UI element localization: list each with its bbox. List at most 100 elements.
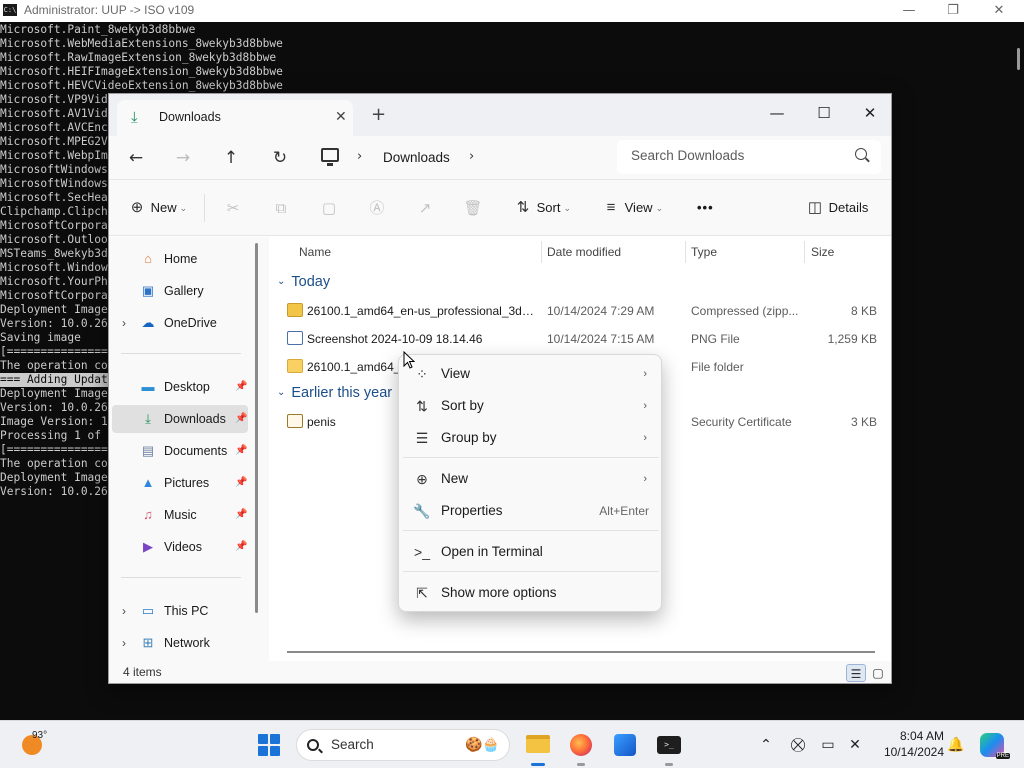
column-header-size[interactable]: Size	[811, 239, 834, 265]
gallery-icon: ▣	[141, 283, 155, 298]
sidebar-item-onedrive[interactable]: › ☁ OneDrive	[112, 309, 248, 337]
menu-item-open-in-terminal[interactable]: >_ Open in Terminal	[403, 537, 659, 567]
group-header[interactable]: ⌄ Today	[277, 271, 330, 293]
console-maximize-button[interactable]: ❐	[930, 1, 976, 21]
sort-button-label: Sort	[536, 200, 561, 215]
cut-icon[interactable]: ✂	[223, 199, 243, 217]
notification-bell-icon[interactable]: 🔔	[946, 735, 966, 755]
this-pc-icon[interactable]	[321, 148, 339, 166]
terminal-icon: >_	[414, 544, 430, 560]
documents-icon: ▤	[141, 443, 155, 458]
taskbar-search[interactable]: Search 🍪🧁	[296, 729, 510, 761]
tab-downloads[interactable]: ⤓ Downloads ✕	[117, 100, 353, 136]
sidebar-item-downloads[interactable]: ⤓ Downloads 📌	[112, 405, 248, 433]
menu-item-show-more-options[interactable]: ⇱ Show more options	[403, 578, 659, 608]
nav-divider	[121, 353, 241, 354]
column-header-date[interactable]: Date modified	[547, 239, 621, 265]
share-icon[interactable]: ↗	[415, 199, 435, 217]
sidebar-item-documents[interactable]: ▤ Documents 📌	[112, 437, 248, 465]
breadcrumb-downloads[interactable]: Downloads	[383, 150, 450, 165]
nav-scrollbar[interactable]	[255, 243, 258, 613]
png-file-icon	[287, 331, 303, 345]
sidebar-item-desktop[interactable]: ▬ Desktop 📌	[112, 373, 248, 401]
chevron-down-icon: ⌄	[563, 203, 572, 213]
forward-button[interactable]: →	[170, 146, 196, 170]
rename-icon[interactable]: Ⓐ	[367, 199, 387, 217]
minimize-button[interactable]: —	[754, 100, 800, 126]
sidebar-item-pictures[interactable]: ▲ Pictures 📌	[112, 469, 248, 497]
column-divider[interactable]	[685, 241, 686, 263]
column-header-type[interactable]: Type	[691, 239, 717, 265]
menu-item-view[interactable]: ⁘ View ›	[403, 359, 659, 389]
more-options-button[interactable]: •••	[697, 197, 714, 219]
menu-item-properties[interactable]: 🔧 Properties Alt+Enter	[403, 496, 659, 526]
column-header-name[interactable]: Name	[299, 239, 331, 265]
console-minimize-button[interactable]: —	[886, 1, 932, 21]
file-row[interactable]: 26100.1_amd64_en-us_professional_3d68...…	[275, 297, 887, 325]
group-label: Earlier this year	[291, 385, 393, 401]
tab-close-icon[interactable]: ✕	[335, 109, 347, 125]
weather-temperature[interactable]: 93°	[32, 730, 47, 741]
paint-icon	[614, 734, 636, 756]
sidebar-item-gallery[interactable]: ▣ Gallery	[112, 277, 248, 305]
paste-icon[interactable]: ▢	[319, 199, 339, 217]
zip-file-icon	[287, 303, 303, 317]
menu-item-new[interactable]: ⊕ New ›	[403, 464, 659, 494]
tray-chevron-icon[interactable]: ⌃	[756, 735, 776, 755]
volume-muted-icon[interactable]: ✕	[845, 735, 865, 755]
display-icon[interactable]: ▭	[818, 735, 838, 755]
search-icon	[307, 739, 319, 751]
new-button[interactable]: ⊕ New ⌄	[127, 197, 187, 219]
clock[interactable]: 8:04 AM 10/14/2024	[868, 728, 944, 760]
new-tab-button[interactable]: +	[371, 106, 386, 124]
column-divider[interactable]	[804, 241, 805, 263]
start-button[interactable]	[258, 734, 280, 756]
delete-icon[interactable]: 🗑	[463, 199, 483, 217]
taskbar-firefox[interactable]	[565, 729, 597, 766]
sidebar-item-network[interactable]: › ⊞ Network	[112, 629, 248, 657]
expand-chevron-icon[interactable]: ›	[122, 629, 126, 657]
expand-chevron-icon[interactable]: ›	[122, 597, 126, 625]
close-button[interactable]: ✕	[847, 100, 891, 126]
up-button[interactable]: ↑	[218, 146, 244, 170]
column-divider[interactable]	[541, 241, 542, 263]
expand-chevron-icon[interactable]: ›	[122, 309, 126, 337]
sidebar-item-videos[interactable]: ▶ Videos 📌	[112, 533, 248, 561]
search-box[interactable]	[617, 140, 881, 174]
maximize-button[interactable]: ☐	[801, 100, 847, 126]
taskbar-file-explorer[interactable]	[522, 729, 554, 766]
group-header[interactable]: ⌄ Earlier this year	[277, 382, 392, 404]
file-type: File folder	[691, 360, 744, 374]
copy-icon[interactable]: ⧉	[271, 199, 291, 217]
menu-item-group-by[interactable]: ☰ Group by ›	[403, 423, 659, 453]
sidebar-item-this-pc[interactable]: › ▭ This PC	[112, 597, 248, 625]
refresh-button[interactable]: ↻	[267, 146, 293, 170]
new-icon: ⊕	[416, 471, 428, 487]
breadcrumb-chevron-icon[interactable]: ›	[357, 149, 362, 164]
copilot-icon[interactable]: PRE	[980, 733, 1010, 759]
sort-button[interactable]: ⇅ Sort ⌄	[513, 197, 571, 219]
menu-item-label: Properties	[441, 503, 503, 518]
details-view-icon[interactable]: ☰	[846, 664, 866, 682]
taskbar-paint[interactable]	[609, 729, 641, 761]
tiles-view-icon[interactable]: ▢	[868, 664, 888, 682]
horizontal-scrollbar[interactable]	[287, 651, 875, 653]
console-titlebar[interactable]: C:\ Administrator: UUP -> ISO v109 — ❐ ✕	[0, 0, 1024, 22]
details-pane-button[interactable]: ◫ Details	[805, 197, 868, 219]
console-scrollbar[interactable]	[1017, 48, 1020, 70]
pin-icon: 📌	[235, 413, 248, 424]
sidebar-item-music[interactable]: ♫ Music 📌	[112, 501, 248, 529]
breadcrumb-chevron-icon[interactable]: ›	[469, 149, 474, 164]
view-button[interactable]: ≡ View ⌄	[601, 197, 664, 219]
taskbar-terminal[interactable]: >_	[653, 729, 685, 766]
network-icon[interactable]: ⛒	[788, 735, 808, 755]
back-button[interactable]: ←	[123, 146, 149, 170]
file-row[interactable]: Screenshot 2024-10-09 18.14.46 10/14/2024…	[275, 325, 887, 353]
sidebar-item-label: Network	[164, 636, 210, 650]
console-close-button[interactable]: ✕	[976, 1, 1022, 21]
file-type: Compressed (zipp...	[691, 304, 799, 318]
sidebar-item-label: Pictures	[164, 476, 210, 490]
sidebar-item-home[interactable]: ⌂ Home	[112, 245, 248, 273]
search-input[interactable]	[631, 148, 841, 163]
menu-item-sort-by[interactable]: ⇅ Sort by ›	[403, 391, 659, 421]
